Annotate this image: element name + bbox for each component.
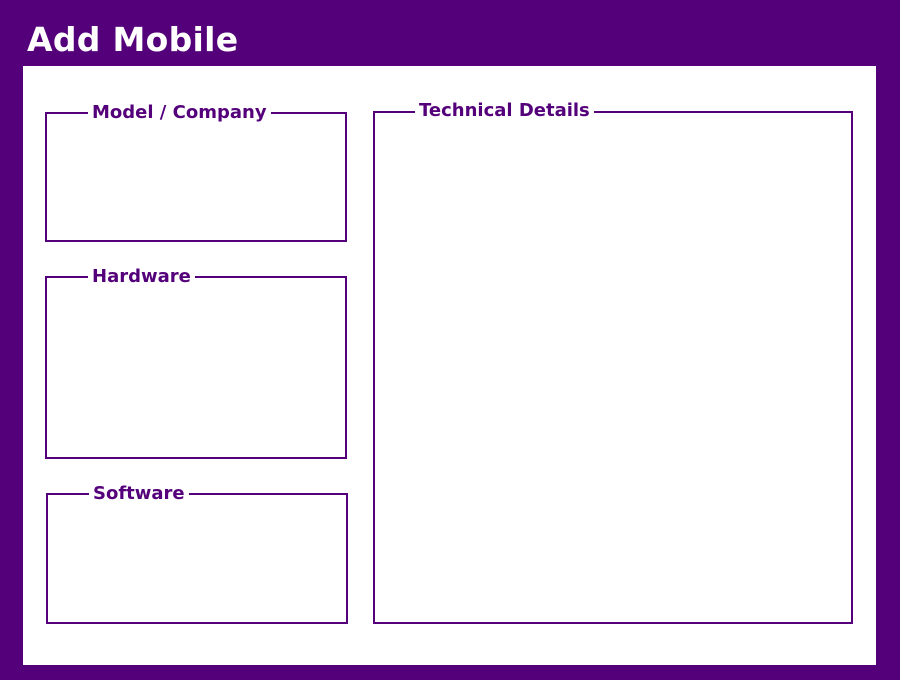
model-company-group-body [47,114,345,240]
window-title: Add Mobile [27,20,239,59]
technical-details-group-body [375,113,851,622]
content-panel: Model / Company Hardware Software Techni… [23,66,876,665]
technical-details-group: Technical Details [373,100,853,624]
hardware-group: Hardware [45,266,347,459]
model-company-group: Model / Company [45,102,347,242]
software-group-body [48,495,346,622]
software-group: Software [46,483,348,624]
hardware-group-body [47,278,345,457]
